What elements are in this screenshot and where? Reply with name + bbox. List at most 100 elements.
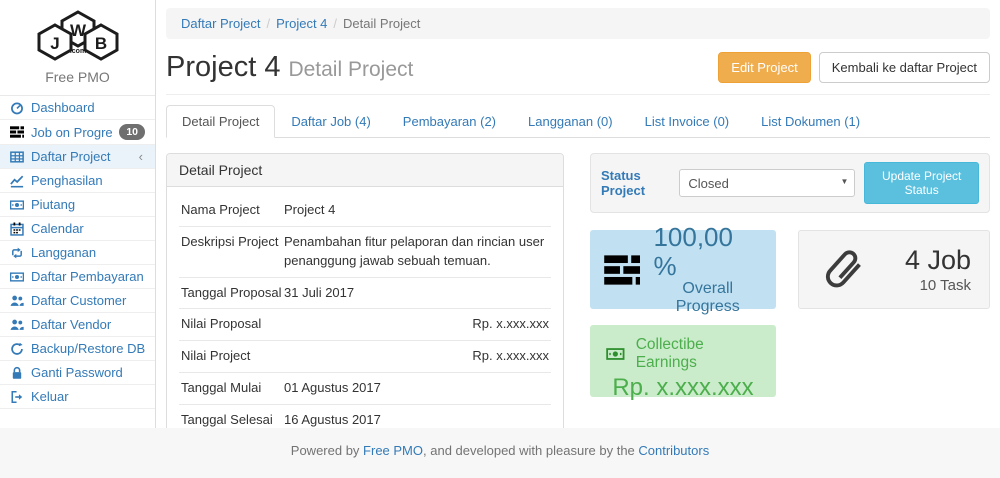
breadcrumb-link-daftar-project[interactable]: Daftar Project [181, 16, 260, 31]
money-icon [10, 198, 24, 212]
sign-out-icon [10, 390, 24, 404]
tab-langganan[interactable]: Langganan (0) [512, 105, 629, 138]
chevron-left-icon: ‹ [139, 149, 145, 164]
sidebar-item-piutang[interactable]: Piutang [0, 193, 155, 217]
contributors-link[interactable]: Contributors [638, 443, 709, 458]
back-to-project-list-button[interactable]: Kembali ke daftar Project [819, 52, 990, 83]
collectible-earnings-box: Collectibe Earnings Rp. x.xxx.xxx [590, 325, 776, 397]
sidebar-item-keluar[interactable]: Keluar [0, 385, 155, 409]
refresh-icon [10, 342, 24, 356]
main-content: Daftar Project/Project 4/Detail Project … [156, 0, 1000, 428]
progress-caption: Overall Progress [653, 280, 762, 316]
svg-text:J: J [50, 34, 59, 53]
row-label: Nama Project [181, 201, 284, 220]
row-value: Rp. x.xxx.xxx [284, 315, 549, 334]
update-project-status-button[interactable]: Update Project Status [864, 162, 979, 204]
status-project-well: Status Project Closed Update Project Sta… [590, 153, 990, 213]
job-count-box: 4 Job 10 Task [798, 230, 990, 309]
sidebar-item-daftar-pembayaran[interactable]: Daftar Pembayaran [0, 265, 155, 289]
sidebar-item-label: Daftar Pembayaran [31, 269, 145, 284]
tab-daftar-job[interactable]: Daftar Job (4) [275, 105, 386, 138]
tab-pembayaran[interactable]: Pembayaran (2) [387, 105, 512, 138]
row-value: Project 4 [284, 201, 549, 220]
row-value: 31 Juli 2017 [284, 284, 549, 303]
jwb-logo-icon: W J B .com [32, 8, 124, 62]
sidebar-menu: Dashboard Job on Progress 10 Daftar Proj… [0, 95, 155, 409]
footer: Powered by Free PMO, and developed with … [0, 428, 1000, 478]
tab-list-dokumen[interactable]: List Dokumen (1) [745, 105, 876, 138]
status-project-label: Status Project [601, 168, 670, 198]
table-row: Nilai Proposal Rp. x.xxx.xxx [179, 308, 551, 340]
sidebar-item-label: Daftar Customer [31, 293, 145, 308]
overall-progress-box: 100,00 % Overall Progress [590, 230, 776, 309]
sidebar-item-label: Penghasilan [31, 173, 145, 188]
job-count-value: 4 Job [905, 245, 971, 276]
table-row: Tanggal Mulai 01 Agustus 2017 [179, 372, 551, 404]
tasks-icon [604, 252, 640, 288]
row-value: Penambahan fitur pelaporan dan rincian u… [284, 233, 549, 271]
sidebar-item-ganti-password[interactable]: Ganti Password [0, 361, 155, 385]
page-title: Project 4Detail Project [166, 51, 413, 84]
table-row: Tanggal Proposal 31 Juli 2017 [179, 277, 551, 309]
sidebar-item-langganan[interactable]: Langganan [0, 241, 155, 265]
sidebar-item-label: Daftar Vendor [31, 317, 145, 332]
row-value: 16 Agustus 2017 [284, 411, 549, 428]
row-label: Tanggal Proposal [181, 284, 284, 303]
table-row: Tanggal Selesai 16 Agustus 2017 [179, 404, 551, 428]
sidebar-item-backup-restore-db[interactable]: Backup/Restore DB [0, 337, 155, 361]
free-pmo-link[interactable]: Free PMO [363, 443, 423, 458]
sidebar-item-calendar[interactable]: Calendar [0, 217, 155, 241]
paperclip-icon [817, 244, 869, 296]
page-header: Project 4Detail Project Edit Project Kem… [166, 39, 990, 95]
row-label: Nilai Proposal [181, 315, 284, 334]
row-label: Nilai Project [181, 347, 284, 366]
money-icon [10, 270, 24, 284]
tab-list-invoice[interactable]: List Invoice (0) [629, 105, 746, 138]
brand-name: Free PMO [0, 69, 155, 85]
app-window: W J B .com Free PMO Dashboard Job on Pro… [0, 0, 1000, 478]
row-value: 01 Agustus 2017 [284, 379, 549, 398]
svg-text:.com: .com [69, 48, 85, 55]
tab-detail-project[interactable]: Detail Project [166, 105, 275, 138]
sidebar-item-job-on-progress[interactable]: Job on Progress 10 [0, 120, 155, 145]
sidebar-item-daftar-project[interactable]: Daftar Project ‹ [0, 145, 155, 169]
table-row: Nilai Project Rp. x.xxx.xxx [179, 340, 551, 372]
row-label: Tanggal Mulai [181, 379, 284, 398]
job-count-badge: 10 [119, 124, 145, 140]
lock-icon [10, 366, 24, 380]
detail-project-panel: Detail Project Nama Project Project 4 De… [166, 153, 564, 428]
svg-text:B: B [94, 34, 106, 53]
row-label: Deskripsi Project [181, 233, 284, 271]
project-name: Project 4 [166, 51, 280, 83]
svg-text:W: W [69, 21, 86, 40]
breadcrumb: Daftar Project/Project 4/Detail Project [166, 8, 990, 39]
panel-title: Detail Project [167, 154, 563, 187]
calendar-icon [10, 222, 24, 236]
brand-logo: W J B .com [0, 8, 155, 65]
breadcrumb-separator: / [260, 16, 276, 31]
row-label: Tanggal Selesai [181, 411, 284, 428]
sidebar-item-daftar-customer[interactable]: Daftar Customer [0, 289, 155, 313]
edit-project-button[interactable]: Edit Project [718, 52, 810, 83]
task-count-value: 10 Task [905, 277, 971, 294]
sidebar-item-label: Daftar Project [31, 149, 132, 164]
status-project-select[interactable]: Closed [679, 169, 855, 197]
sidebar-item-label: Job on Progress [31, 125, 112, 140]
sidebar-item-label: Piutang [31, 197, 145, 212]
users-icon [10, 294, 24, 308]
line-chart-icon [10, 174, 24, 188]
breadcrumb-link-project-4[interactable]: Project 4 [276, 16, 327, 31]
sidebar-item-label: Dashboard [31, 100, 145, 115]
table-row: Nama Project Project 4 [179, 195, 551, 226]
row-value: Rp. x.xxx.xxx [284, 347, 549, 366]
sidebar-item-penghasilan[interactable]: Penghasilan [0, 169, 155, 193]
dashboard-icon [10, 101, 24, 115]
progress-value: 100,00 % [653, 223, 762, 280]
retweet-icon [10, 246, 24, 260]
sidebar-item-daftar-vendor[interactable]: Daftar Vendor [0, 313, 155, 337]
sidebar-item-dashboard[interactable]: Dashboard [0, 96, 155, 120]
table-icon [10, 150, 24, 164]
money-icon [604, 345, 627, 363]
breadcrumb-current: Detail Project [343, 16, 420, 31]
earnings-value: Rp. x.xxx.xxx [604, 374, 762, 402]
